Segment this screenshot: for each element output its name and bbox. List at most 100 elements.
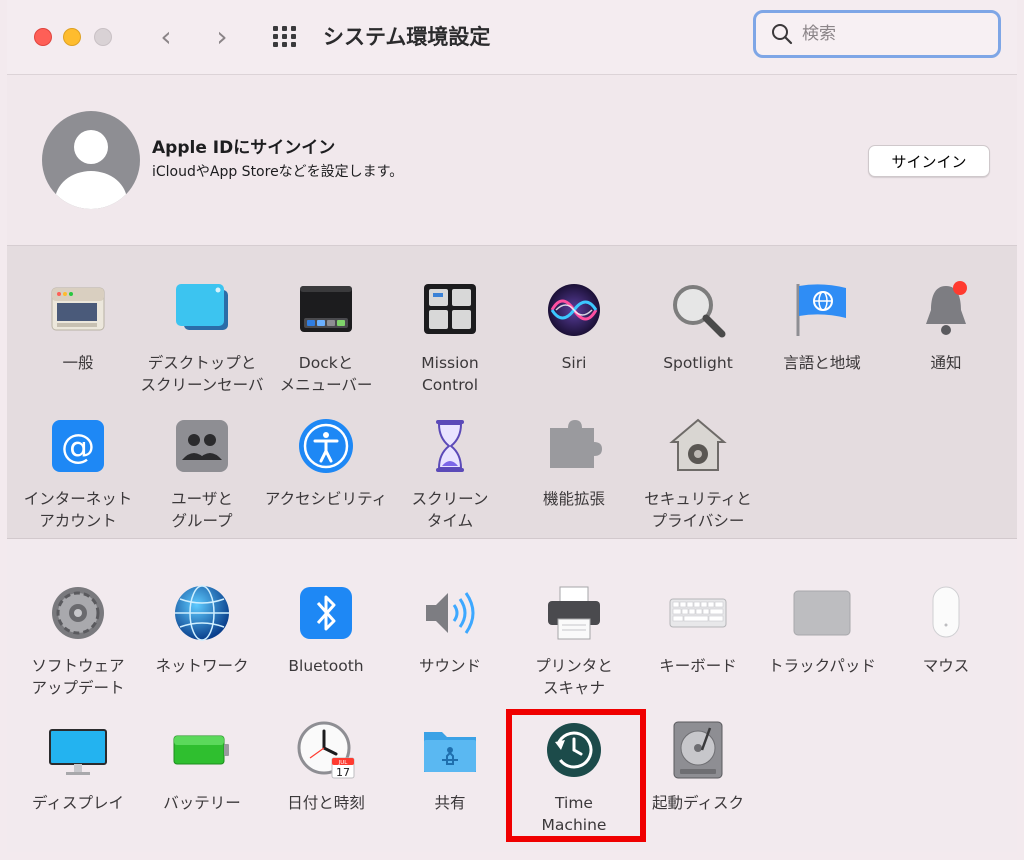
search-input[interactable] bbox=[802, 21, 982, 47]
pref-desktop-screensaver[interactable]: デスクトップと スクリーンセーバ bbox=[140, 280, 264, 396]
pref-dock-menubar[interactable]: Dockと メニューバー bbox=[264, 280, 388, 396]
pref-users-groups[interactable]: ユーザと グループ bbox=[140, 416, 264, 532]
svg-text:@: @ bbox=[61, 427, 95, 467]
system-preferences-window: ‹ › システム環境設定 Apple IDにサインイン iCloudやApp S… bbox=[7, 0, 1017, 852]
pref-siri[interactable]: Siri bbox=[512, 280, 636, 374]
search-field[interactable] bbox=[753, 10, 1001, 58]
pref-label: ユーザと グループ bbox=[171, 490, 233, 530]
pref-label: キーボード bbox=[659, 657, 737, 675]
sign-in-button[interactable]: サインイン bbox=[868, 145, 990, 177]
mouse-icon bbox=[932, 586, 960, 638]
screen-time-icon bbox=[436, 420, 464, 472]
siri-icon bbox=[548, 284, 600, 336]
pref-bluetooth[interactable]: Bluetooth bbox=[264, 583, 388, 677]
pref-startup-disk[interactable]: 起動ディスク bbox=[636, 720, 760, 814]
pref-label: インターネット アカウント bbox=[23, 490, 133, 530]
accessibility-icon bbox=[299, 419, 353, 473]
pref-sound[interactable]: サウンド bbox=[388, 583, 512, 677]
language-region-icon bbox=[796, 284, 846, 336]
pref-notifications[interactable]: 通知 bbox=[884, 280, 1008, 374]
pref-battery[interactable]: バッテリー bbox=[140, 720, 264, 814]
dock-menubar-icon bbox=[300, 286, 352, 332]
pref-label: 通知 bbox=[930, 354, 962, 372]
pref-security-privacy[interactable]: セキュリティと プライバシー bbox=[636, 416, 760, 532]
pref-sharing[interactable]: 共有 bbox=[388, 720, 512, 814]
pref-label: Spotlight bbox=[663, 354, 733, 372]
pref-software-update[interactable]: ソフトウェア アップデート bbox=[16, 583, 140, 699]
title-bar: ‹ › システム環境設定 bbox=[7, 0, 1017, 75]
battery-icon bbox=[173, 735, 229, 765]
time-machine-highlight-box bbox=[506, 709, 646, 842]
users-groups-icon bbox=[176, 420, 228, 472]
pref-network[interactable]: ネットワーク bbox=[140, 583, 264, 677]
pref-general[interactable]: 一般 bbox=[16, 280, 140, 374]
pref-printers-scanners[interactable]: プリンタと スキャナ bbox=[512, 583, 636, 699]
notifications-icon bbox=[926, 281, 967, 335]
pref-keyboard[interactable]: キーボード bbox=[636, 583, 760, 677]
calendar-day: 17 bbox=[336, 766, 350, 779]
pref-label: Siri bbox=[561, 354, 587, 372]
pref-internet-accounts[interactable]: @ インターネット アカウント bbox=[16, 416, 140, 532]
date-time-icon: JUL 17 bbox=[297, 721, 355, 779]
avatar bbox=[42, 111, 140, 209]
extensions-icon bbox=[550, 420, 602, 468]
pref-label: 起動ディスク bbox=[652, 794, 744, 812]
bluetooth-icon bbox=[300, 587, 352, 639]
startup-disk-icon bbox=[673, 721, 723, 779]
internet-accounts-icon: @ bbox=[52, 420, 104, 472]
pref-label: デスクトップと スクリーンセーバ bbox=[140, 354, 264, 394]
pref-label: プリンタと スキャナ bbox=[535, 657, 613, 697]
pref-displays[interactable]: ディスプレイ bbox=[16, 720, 140, 814]
close-window-button[interactable] bbox=[34, 28, 52, 46]
pref-label: Mission Control bbox=[421, 354, 479, 394]
pref-spotlight[interactable]: Spotlight bbox=[636, 280, 760, 374]
pref-label: 機能拡張 bbox=[542, 490, 605, 508]
apple-id-panel: Apple IDにサインイン iCloudやApp Storeなどを設定します。… bbox=[7, 75, 1017, 246]
window-title: システム環境設定 bbox=[323, 25, 491, 49]
pref-label: サウンド bbox=[418, 657, 481, 675]
pref-label: 言語と地域 bbox=[783, 354, 861, 372]
search-icon bbox=[772, 24, 793, 45]
printers-scanners-icon bbox=[548, 586, 600, 640]
forward-chevron-icon[interactable]: › bbox=[207, 22, 237, 52]
zoom-window-button[interactable] bbox=[94, 28, 112, 46]
network-icon bbox=[175, 585, 229, 641]
pref-label: バッテリー bbox=[163, 794, 241, 812]
sound-icon bbox=[426, 592, 475, 634]
pref-accessibility[interactable]: アクセシビリティ bbox=[264, 416, 388, 510]
pref-label: セキュリティと プライバシー bbox=[644, 490, 752, 530]
pref-mouse[interactable]: マウス bbox=[884, 583, 1008, 677]
displays-icon bbox=[49, 729, 107, 775]
pref-screen-time[interactable]: スクリーン タイム bbox=[388, 416, 512, 532]
pref-date-time[interactable]: JUL 17 日付と時刻 bbox=[264, 720, 388, 814]
pref-label: ネットワーク bbox=[155, 657, 249, 675]
pref-mission-control[interactable]: Mission Control bbox=[388, 280, 512, 396]
minimize-window-button[interactable] bbox=[63, 28, 81, 46]
pref-label: ディスプレイ bbox=[32, 794, 124, 812]
keyboard-icon bbox=[669, 598, 727, 628]
security-privacy-icon bbox=[669, 418, 727, 471]
pref-extensions[interactable]: 機能拡張 bbox=[512, 416, 636, 510]
pref-label: Bluetooth bbox=[288, 657, 364, 675]
software-update-icon bbox=[52, 587, 104, 639]
pref-label: 共有 bbox=[434, 794, 466, 812]
pref-language-region[interactable]: 言語と地域 bbox=[760, 280, 884, 374]
pref-label: 日付と時刻 bbox=[287, 794, 365, 812]
pref-trackpad[interactable]: トラックパッド bbox=[760, 583, 884, 677]
spotlight-icon bbox=[673, 285, 726, 338]
show-all-grid-icon[interactable] bbox=[273, 26, 299, 48]
pref-label: トラックパッド bbox=[768, 657, 876, 675]
desktop-screensaver-icon bbox=[176, 284, 228, 330]
apple-id-subtitle: iCloudやApp Storeなどを設定します。 bbox=[152, 164, 404, 180]
pref-label: アクセシビリティ bbox=[264, 490, 388, 508]
general-icon bbox=[51, 287, 105, 331]
mission-control-icon bbox=[424, 284, 476, 334]
pref-label: ソフトウェア アップデート bbox=[31, 657, 125, 697]
apple-id-title[interactable]: Apple IDにサインイン bbox=[152, 133, 335, 158]
pref-label: スクリーン タイム bbox=[411, 490, 489, 530]
sharing-icon bbox=[424, 732, 476, 772]
pref-label: Dockと メニューバー bbox=[279, 354, 373, 394]
back-chevron-icon[interactable]: ‹ bbox=[151, 22, 181, 52]
pref-label: マウス bbox=[922, 657, 970, 675]
trackpad-icon bbox=[793, 590, 851, 636]
